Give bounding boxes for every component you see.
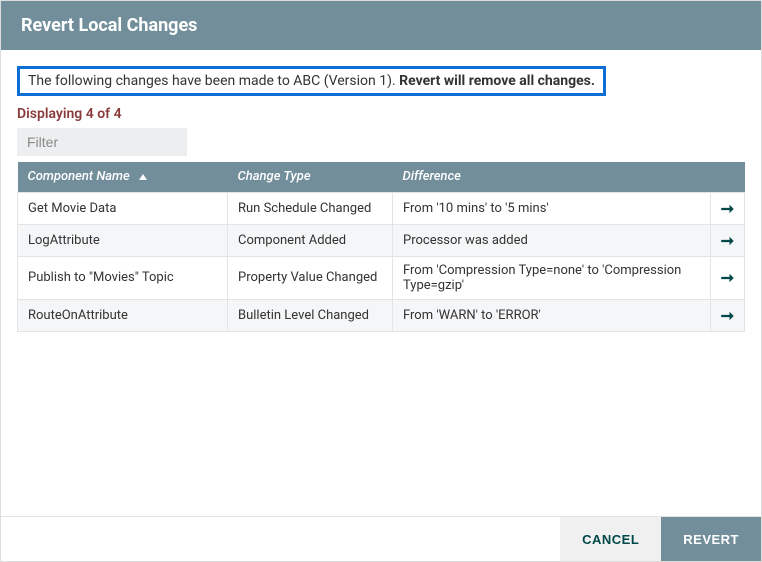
cell-action: ➞	[710, 192, 744, 224]
cell-component-name: Get Movie Data	[18, 192, 228, 224]
cell-difference: Processor was added	[393, 224, 711, 256]
col-change-type[interactable]: Change Type	[228, 162, 393, 192]
col-component-name[interactable]: Component Name	[18, 162, 228, 192]
goto-component-icon[interactable]: ➞	[721, 306, 734, 325]
goto-component-icon[interactable]: ➞	[721, 268, 734, 287]
cell-change-type: Property Value Changed	[228, 256, 393, 299]
sort-asc-icon	[139, 174, 147, 180]
cell-change-type: Component Added	[228, 224, 393, 256]
filter-input[interactable]	[17, 128, 187, 156]
dialog-content: The following changes have been made to …	[1, 50, 761, 516]
cell-action: ➞	[710, 224, 744, 256]
cell-difference: From 'WARN' to 'ERROR'	[393, 299, 711, 331]
goto-component-icon[interactable]: ➞	[721, 231, 734, 250]
cell-difference: From 'Compression Type=none' to 'Compres…	[393, 256, 711, 299]
cell-action: ➞	[710, 256, 744, 299]
info-banner: The following changes have been made to …	[17, 66, 606, 96]
display-count: Displaying 4 of 4	[17, 106, 745, 122]
table-row: LogAttributeComponent AddedProcessor was…	[18, 224, 745, 256]
table-row: Get Movie DataRun Schedule ChangedFrom '…	[18, 192, 745, 224]
info-text: The following changes have been made to …	[28, 73, 399, 89]
cell-difference: From '10 mins' to '5 mins'	[393, 192, 711, 224]
cell-action: ➞	[710, 299, 744, 331]
col-difference[interactable]: Difference	[393, 162, 711, 192]
table-row: RouteOnAttributeBulletin Level ChangedFr…	[18, 299, 745, 331]
col-component-label: Component Name	[28, 169, 130, 184]
cell-component-name: LogAttribute	[18, 224, 228, 256]
cell-component-name: Publish to "Movies" Topic	[18, 256, 228, 299]
goto-component-icon[interactable]: ➞	[721, 199, 734, 218]
table-row: Publish to "Movies" TopicProperty Value …	[18, 256, 745, 299]
filter-row	[17, 128, 745, 156]
col-action	[710, 162, 744, 192]
info-text-bold: Revert will remove all changes.	[399, 73, 595, 89]
dialog-footer: CANCEL REVERT	[1, 516, 761, 561]
changes-table: Component Name Change Type Difference Ge…	[17, 162, 745, 332]
cell-change-type: Bulletin Level Changed	[228, 299, 393, 331]
cell-component-name: RouteOnAttribute	[18, 299, 228, 331]
cancel-button[interactable]: CANCEL	[560, 517, 661, 561]
cell-change-type: Run Schedule Changed	[228, 192, 393, 224]
dialog-title: Revert Local Changes	[1, 1, 761, 50]
revert-button[interactable]: REVERT	[661, 517, 761, 561]
